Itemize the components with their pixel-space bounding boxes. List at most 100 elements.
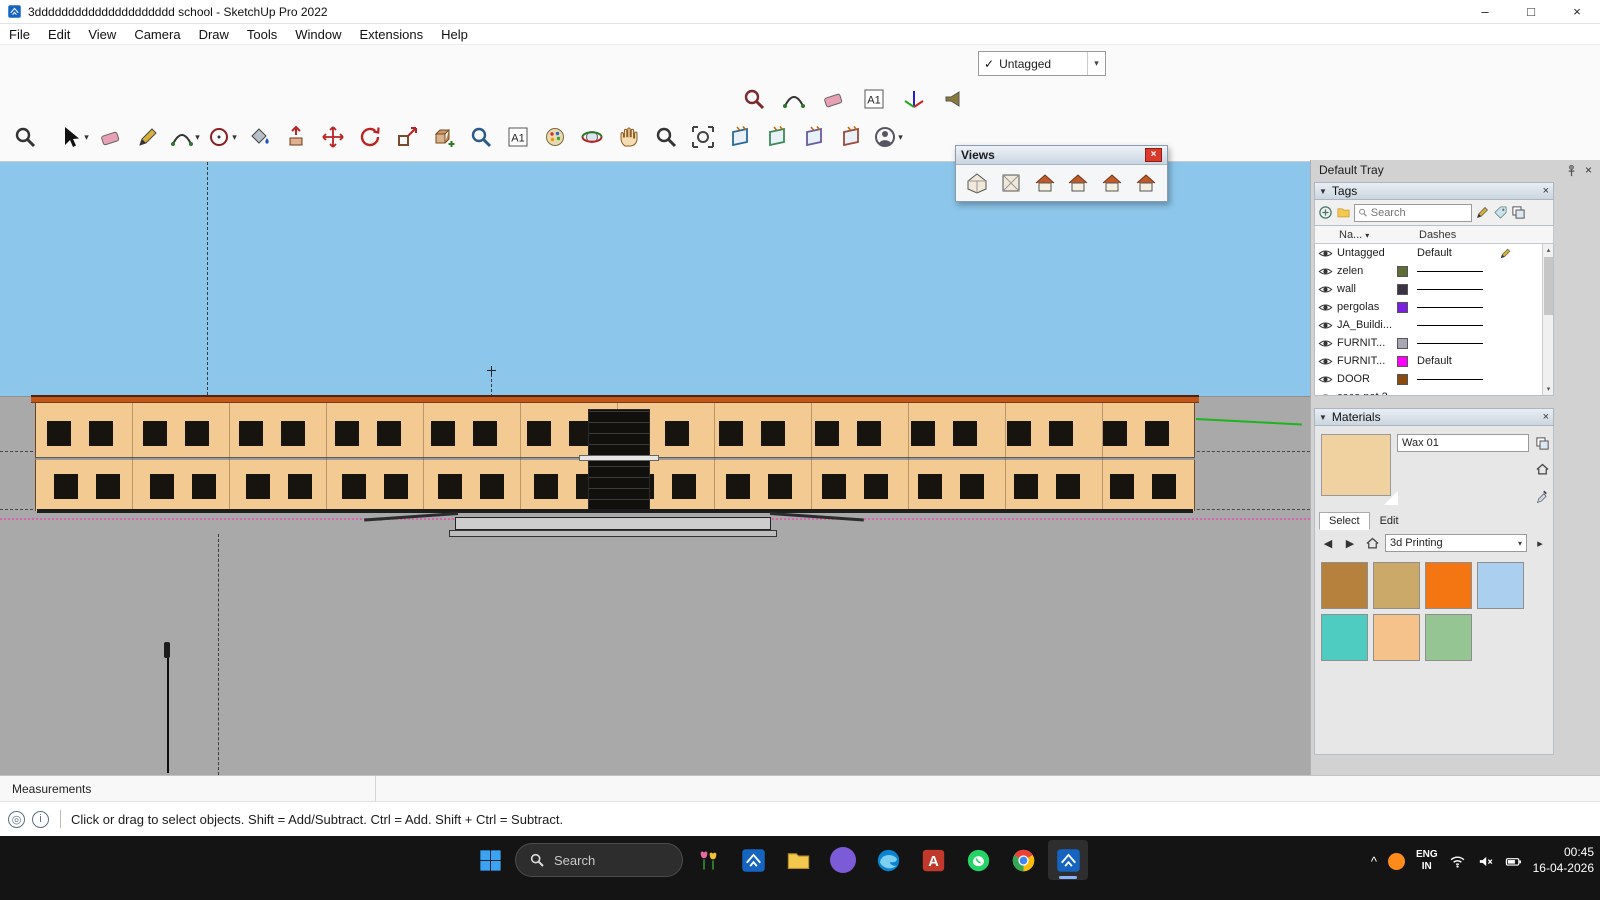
tag-row-wall[interactable]: wall bbox=[1315, 280, 1553, 298]
view-right-button[interactable] bbox=[1063, 169, 1094, 197]
display-secondary-pane-icon[interactable] bbox=[1533, 434, 1551, 452]
material-name-field[interactable]: Wax 01 bbox=[1397, 434, 1529, 452]
add-tag-folder-icon[interactable] bbox=[1336, 205, 1351, 220]
whatsapp-icon[interactable] bbox=[958, 840, 998, 880]
chevron-down-icon[interactable]: ▾ bbox=[1087, 52, 1105, 75]
column-dashes-header[interactable]: Dashes bbox=[1419, 229, 1456, 241]
visibility-eye-icon[interactable] bbox=[1318, 336, 1333, 351]
rotate-tool-button[interactable] bbox=[353, 121, 387, 153]
visibility-eye-icon[interactable] bbox=[1318, 246, 1333, 261]
menu-tools[interactable]: Tools bbox=[238, 27, 286, 42]
chevron-down-icon[interactable]: ▾ bbox=[1518, 539, 1522, 548]
autodesk-app-icon[interactable] bbox=[913, 840, 953, 880]
materials-palette-button[interactable] bbox=[538, 121, 572, 153]
view-back-button[interactable] bbox=[1097, 169, 1128, 197]
visibility-eye-icon[interactable] bbox=[1318, 390, 1333, 397]
collapse-triangle-icon[interactable]: ▼ bbox=[1319, 187, 1327, 196]
line-tool-button[interactable] bbox=[131, 121, 165, 153]
tag-color-swatch[interactable] bbox=[1397, 284, 1408, 295]
materials-panel-close-icon[interactable]: × bbox=[1543, 412, 1549, 423]
orbit-tool-button[interactable] bbox=[575, 121, 609, 153]
visibility-eye-icon[interactable] bbox=[1318, 318, 1333, 333]
dash-style-line[interactable] bbox=[1417, 271, 1483, 272]
protractor-button[interactable] bbox=[777, 83, 811, 115]
section-plane-button[interactable] bbox=[723, 121, 757, 153]
purple-app-icon[interactable] bbox=[823, 840, 863, 880]
wifi-icon[interactable] bbox=[1449, 853, 1466, 870]
menu-view[interactable]: View bbox=[79, 27, 125, 42]
dash-style-line[interactable] bbox=[1417, 307, 1483, 308]
tag-search-input[interactable] bbox=[1371, 207, 1468, 219]
tag-color-swatch[interactable] bbox=[1397, 338, 1408, 349]
close-button[interactable]: × bbox=[1554, 0, 1600, 24]
details-arrow-icon[interactable]: ▸ bbox=[1531, 534, 1549, 552]
tag-details-icon[interactable] bbox=[1511, 205, 1526, 220]
back-arrow-icon[interactable]: ◀ bbox=[1319, 534, 1337, 552]
axes-tool-button[interactable] bbox=[897, 83, 931, 115]
make-component-button[interactable] bbox=[427, 121, 461, 153]
column-name-header[interactable]: Na... ▾ bbox=[1339, 229, 1419, 241]
scroll-down-arrow[interactable]: ▾ bbox=[1543, 383, 1554, 395]
pan-tool-button[interactable] bbox=[612, 121, 646, 153]
chrome-icon[interactable] bbox=[1003, 840, 1043, 880]
visibility-eye-icon[interactable] bbox=[1318, 264, 1333, 279]
tag-row-ja-building[interactable]: JA_Buildi... bbox=[1315, 316, 1553, 334]
measurements-input[interactable] bbox=[125, 779, 275, 799]
material-swatch[interactable] bbox=[1425, 562, 1472, 609]
menu-camera[interactable]: Camera bbox=[125, 27, 189, 42]
select-tool-button[interactable]: ▾ bbox=[57, 121, 91, 153]
pin-icon[interactable] bbox=[1564, 163, 1579, 178]
views-close-button[interactable]: × bbox=[1145, 148, 1162, 162]
materials-panel-header[interactable]: ▼ Materials × bbox=[1314, 408, 1554, 426]
view-left-button[interactable] bbox=[1130, 169, 1161, 197]
menu-window[interactable]: Window bbox=[286, 27, 350, 42]
model-viewport[interactable] bbox=[0, 162, 1310, 775]
text-3d-button[interactable] bbox=[857, 83, 891, 115]
paint-bucket-button[interactable] bbox=[242, 121, 276, 153]
section-cut-button[interactable] bbox=[834, 121, 868, 153]
look-around-caret[interactable]: ▾ bbox=[898, 132, 903, 143]
dash-style-line[interactable] bbox=[1417, 343, 1483, 344]
start-button[interactable] bbox=[470, 840, 510, 880]
scroll-up-arrow[interactable]: ▴ bbox=[1543, 244, 1554, 256]
taskbar-search-box[interactable]: Search bbox=[515, 843, 683, 877]
section-display-button[interactable] bbox=[760, 121, 794, 153]
tab-edit[interactable]: Edit bbox=[1370, 512, 1409, 530]
tab-select[interactable]: Select bbox=[1319, 512, 1370, 530]
visibility-eye-icon[interactable] bbox=[1318, 282, 1333, 297]
battery-icon[interactable] bbox=[1505, 853, 1522, 870]
edit-tag-icon[interactable] bbox=[1475, 205, 1490, 220]
tags-panel-close-icon[interactable]: × bbox=[1543, 186, 1549, 197]
visibility-eye-icon[interactable] bbox=[1318, 354, 1333, 369]
menu-extensions[interactable]: Extensions bbox=[351, 27, 433, 42]
geolocation-icon[interactable]: ◎ bbox=[8, 811, 25, 828]
material-swatch[interactable] bbox=[1321, 614, 1368, 661]
file-explorer-icon[interactable] bbox=[778, 840, 818, 880]
tag-row-untagged[interactable]: Untagged Default bbox=[1315, 244, 1553, 262]
material-swatch[interactable] bbox=[1373, 614, 1420, 661]
dash-style-line[interactable] bbox=[1417, 325, 1483, 326]
tags-scrollbar[interactable]: ▴ ▾ bbox=[1542, 244, 1553, 395]
info-icon[interactable]: i bbox=[32, 811, 49, 828]
notification-app-icon[interactable] bbox=[1388, 853, 1405, 870]
menu-draw[interactable]: Draw bbox=[190, 27, 238, 42]
material-swatch[interactable] bbox=[1373, 562, 1420, 609]
visibility-eye-icon[interactable] bbox=[1318, 372, 1333, 387]
tag-color-swatch[interactable] bbox=[1397, 356, 1408, 367]
text-tool-button[interactable] bbox=[501, 121, 535, 153]
minimize-button[interactable]: – bbox=[1462, 0, 1508, 24]
megaphone-tool-button[interactable] bbox=[937, 83, 971, 115]
add-tag-icon[interactable] bbox=[1318, 205, 1333, 220]
scale-tool-button[interactable] bbox=[390, 121, 424, 153]
material-preview-swatch[interactable] bbox=[1321, 434, 1391, 496]
view-top-button[interactable] bbox=[996, 169, 1027, 197]
dash-style-line[interactable] bbox=[1417, 379, 1483, 380]
tag-row-furniture-2[interactable]: FURNIT... Default bbox=[1315, 352, 1553, 370]
edge-browser-icon[interactable] bbox=[868, 840, 908, 880]
speaker-muted-icon[interactable] bbox=[1477, 853, 1494, 870]
dash-style-line[interactable] bbox=[1417, 289, 1483, 290]
eraser-tool-button[interactable] bbox=[94, 121, 128, 153]
select-dropdown-caret[interactable]: ▾ bbox=[84, 132, 89, 143]
photo-match-button[interactable] bbox=[737, 83, 771, 115]
tag-row-furniture-1[interactable]: FURNIT... bbox=[1315, 334, 1553, 352]
